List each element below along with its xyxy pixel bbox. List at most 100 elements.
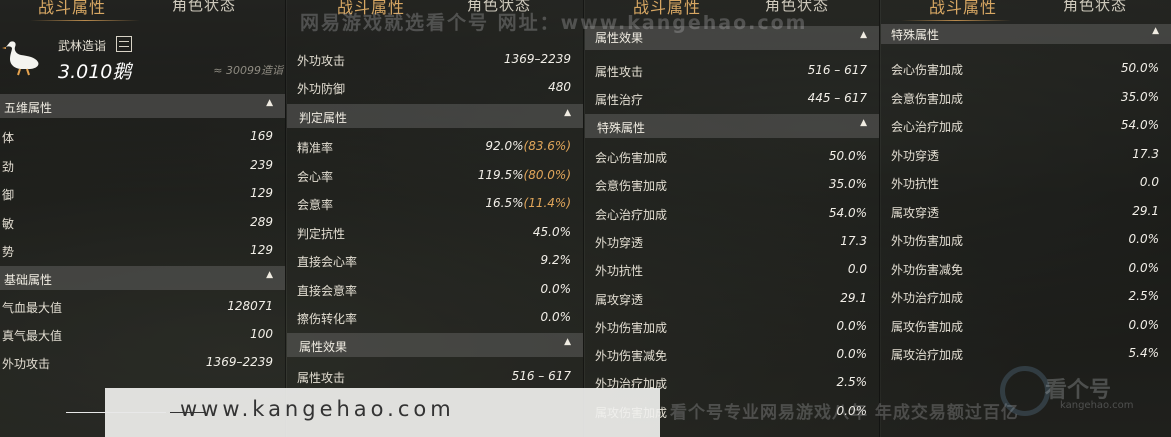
stat-row: 直接会意率 0.0% [287,275,583,303]
stat-value-bonus: (80.0%) [523,167,571,182]
stats-panel-3: 战斗属性 角色状态 属性效果 ▲ 属性攻击 516 – 617 属性治疗 445 – … [585,0,880,437]
stat-row: 属性攻击 516 – 617 [287,362,583,390]
section-title: 属性效果 [299,340,348,354]
watermark-logo-icon [1000,366,1050,416]
section-header-five-attributes[interactable]: 五维属性 ▲ [0,94,285,118]
stat-value: 92.0%(83.6%) [485,139,571,153]
stat-value-bonus: (11.4%) [523,196,571,210]
tab-underline [30,20,140,21]
stat-value: 54.0% [1121,118,1159,132]
stat-row: 劲 239 [0,151,285,179]
stat-value: 129 [250,243,273,257]
collapse-caret-icon[interactable]: ▲ [266,270,273,280]
section-header-special-attributes[interactable]: 特殊属性 ▲ [585,114,879,138]
stat-row: 真气最大值 100 [0,320,285,348]
stat-value-main: 0.0% [540,281,572,296]
stat-value-main: 2.5% [1128,289,1160,303]
section-header-basic-attributes[interactable]: 基础属性 ▲ [0,266,285,290]
section-header-judge-attributes[interactable]: 判定属性 ▲ [287,104,583,128]
stat-label: 外功伤害加成 [891,234,964,248]
tab-role-status[interactable]: 角色状态 [1063,0,1127,15]
watermark-slogan: 看个号专业网易游戏八年 年成交易额过百亿 [670,403,1019,423]
stat-row: 外功伤害加成 0.0% [881,225,1171,253]
collapse-caret-icon[interactable]: ▲ [860,30,867,40]
tab-combat-attributes[interactable]: 战斗属性 [38,0,106,18]
collapse-caret-icon[interactable]: ▲ [1152,26,1159,36]
stat-value-main: 480 [548,80,571,94]
stat-row: 外功攻击 1369–2239 [0,348,285,376]
stat-value-main: 1369–2239 [205,355,273,369]
stat-value-main: 9.2% [540,253,572,267]
stat-row: 外功攻击 1369–2239 [287,45,583,73]
stat-value: 0.0% [541,282,572,296]
stat-value: 17.3 [1132,147,1159,161]
stat-row: 判定抗性 45.0% [287,218,583,246]
stat-value-bonus: (83.6%) [523,139,571,153]
stat-value: 9.2% [541,253,572,267]
stat-label: 势 [2,245,15,259]
stat-value: 1369–2239 [504,52,571,66]
stat-value: 54.0% [829,206,867,220]
stat-value: 169 [250,129,273,143]
stat-row: 属性治疗 445 – 617 [585,84,879,112]
stat-row: 体 169 [0,122,285,150]
stat-value-main: 0.0% [540,310,572,324]
stat-value: 16.5%(11.4%) [485,196,571,210]
collapse-caret-icon[interactable]: ▲ [564,108,571,118]
stat-value-main: 35.0% [1120,89,1159,104]
stat-label: 会意率 [297,198,334,212]
stat-value-main: 516 – 617 [511,369,571,383]
stat-value: 239 [250,158,273,172]
stat-row: 会心率 119.5%(80.0%) [287,161,583,189]
collapse-caret-icon[interactable]: ▲ [564,337,571,347]
stat-value-main: 2.5% [836,375,868,390]
section-title: 判定属性 [299,111,348,125]
stat-value: 100 [250,327,273,341]
stat-value-main: 1369–2239 [503,52,571,66]
stat-label: 外功攻击 [297,54,346,68]
stat-value-main: 0.0 [1139,175,1159,189]
stat-label: 属性攻击 [297,371,346,385]
stat-value: 0.0% [1129,232,1160,246]
stat-row: 外功穿透 17.3 [881,140,1171,168]
stat-value-main: 169 [250,129,273,143]
stat-value-main: 239 [250,157,273,172]
section-header-attribute-effects[interactable]: 属性效果 ▲ [287,333,583,357]
stat-label: 会心治疗加成 [595,207,668,222]
stat-value-main: 35.0% [828,177,867,192]
stat-row: 外功伤害减免 0.0% [585,340,879,368]
stat-label: 外功抗性 [891,177,940,191]
stat-value-main: 0.0% [836,318,868,333]
stat-row: 外功伤害加成 0.0% [585,312,879,340]
stat-value-main: 119.5% [477,167,524,182]
stat-row: 外功防御 480 [287,73,583,101]
stat-value: 0.0% [837,347,868,361]
collapse-caret-icon[interactable]: ▲ [860,118,867,128]
tab-combat-attributes[interactable]: 战斗属性 [929,0,997,18]
stat-label: 直接会意率 [297,283,358,298]
stat-value: 0.0% [1129,261,1160,275]
stat-value-main: 29.1 [1132,203,1159,218]
stat-label: 属攻穿透 [891,205,940,220]
stat-label: 外功治疗加成 [891,291,964,305]
stat-value-main: 0.0 [847,262,867,277]
section-header-special-attributes[interactable]: 特殊属性 ▲ [881,24,1171,44]
tab-role-status[interactable]: 角色状态 [172,0,236,15]
stat-label: 属攻治疗加成 [891,348,964,362]
stat-value-main: 29.1 [840,290,867,305]
section-title: 五维属性 [4,101,53,115]
stat-value: 480 [548,80,571,94]
stat-label: 体 [2,131,15,145]
stat-value-main: 0.0% [1128,232,1160,246]
stat-row: 会心伤害加成 50.0% [585,142,879,170]
stat-value: 0.0% [1129,318,1160,332]
stat-value-main: 16.5% [485,196,524,210]
stat-row: 会心治疗加成 54.0% [585,199,879,227]
detail-list-icon[interactable] [116,36,132,52]
stat-value: 129 [250,186,273,200]
stat-value: 45.0% [533,225,571,239]
stat-label: 擦伤转化率 [297,312,358,326]
collapse-caret-icon[interactable]: ▲ [266,98,273,108]
watermark-logo-sub: kangehao.com [1060,400,1134,411]
stat-label: 真气最大值 [2,329,63,343]
